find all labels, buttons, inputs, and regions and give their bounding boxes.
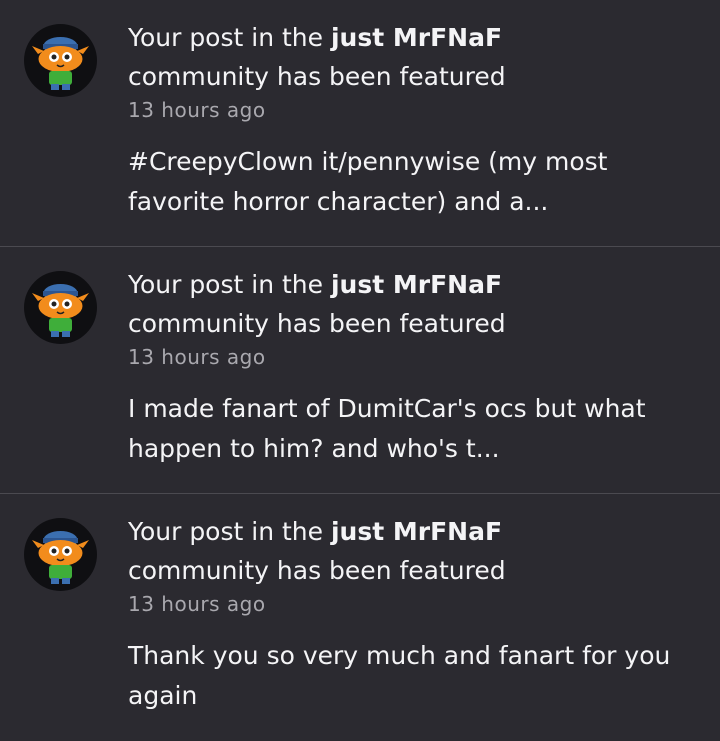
headline-prefix: Your post in the xyxy=(128,270,331,299)
notification-headline: Your post in the just MrFNaF community h… xyxy=(128,512,698,590)
post-preview-line: favorite horror character) and a... xyxy=(128,187,549,216)
notification-feed: Your post in the just MrFNaF community h… xyxy=(0,0,720,741)
community-name-link[interactable]: just MrFNaF xyxy=(331,517,502,546)
post-preview-line: happen to him? and who's t... xyxy=(128,434,500,463)
post-preview-line: again xyxy=(128,681,198,710)
headline-prefix: Your post in the xyxy=(128,517,331,546)
notification-content: Your post in the just MrFNaF community h… xyxy=(128,18,698,222)
notification-content: Your post in the just MrFNaF community h… xyxy=(128,265,698,469)
notification-item[interactable]: Your post in the just MrFNaF community h… xyxy=(0,0,720,247)
notification-timestamp: 13 hours ago xyxy=(128,345,266,369)
notification-timestamp: 13 hours ago xyxy=(128,98,266,122)
community-name-link[interactable]: just MrFNaF xyxy=(331,23,502,52)
orange-cat-avatar-icon[interactable] xyxy=(24,24,97,97)
notification-headline: Your post in the just MrFNaF community h… xyxy=(128,18,698,96)
notification-headline: Your post in the just MrFNaF community h… xyxy=(128,265,698,343)
notification-item[interactable]: Your post in the just MrFNaF community h… xyxy=(0,247,720,494)
headline-suffix: community has been featured xyxy=(128,309,506,338)
notification-timestamp: 13 hours ago xyxy=(128,592,266,616)
notification-item[interactable]: Your post in the just MrFNaF community h… xyxy=(0,494,720,741)
headline-suffix: community has been featured xyxy=(128,556,506,585)
post-preview[interactable]: I made fanart of DumitCar's ocs but what… xyxy=(128,389,698,469)
community-name-link[interactable]: just MrFNaF xyxy=(331,270,502,299)
post-preview[interactable]: #CreepyClown it/pennywise (my most favor… xyxy=(128,142,698,222)
post-preview-line: I made fanart of DumitCar's ocs but what xyxy=(128,394,646,423)
post-preview[interactable]: Thank you so very much and fanart for yo… xyxy=(128,636,698,716)
orange-cat-avatar-icon[interactable] xyxy=(24,518,97,591)
notification-content: Your post in the just MrFNaF community h… xyxy=(128,512,698,716)
orange-cat-avatar-icon[interactable] xyxy=(24,271,97,344)
post-preview-line: Thank you so very much and fanart for yo… xyxy=(128,641,671,670)
headline-prefix: Your post in the xyxy=(128,23,331,52)
headline-suffix: community has been featured xyxy=(128,62,506,91)
post-preview-line: #CreepyClown it/pennywise (my most xyxy=(128,147,608,176)
